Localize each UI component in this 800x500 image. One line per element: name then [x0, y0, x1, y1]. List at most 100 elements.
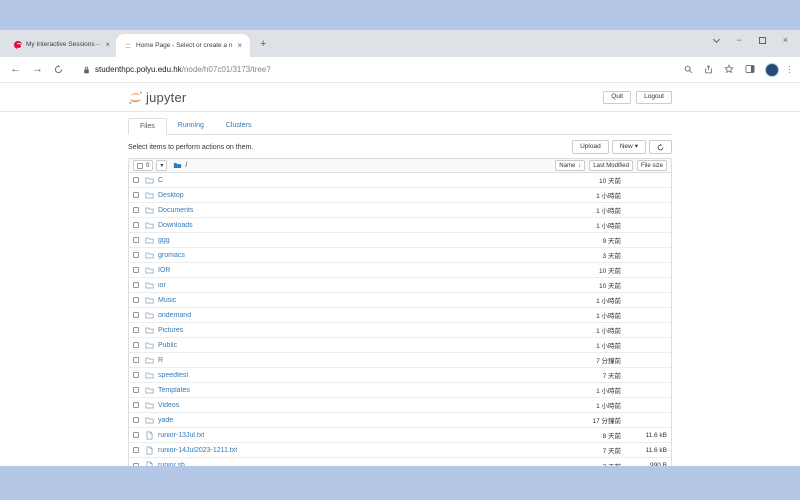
row-checkbox[interactable]: [133, 342, 139, 348]
item-link[interactable]: Music: [158, 297, 176, 304]
table-row[interactable]: runior-13Jul.txt 8 天前 11.6 kB: [129, 428, 671, 443]
item-link[interactable]: runior-13Jul.txt: [158, 432, 204, 439]
tab-close-icon[interactable]: ×: [105, 40, 110, 49]
item-link[interactable]: runior-14Jul2023-1211.txt: [158, 447, 237, 454]
row-checkbox[interactable]: [133, 267, 139, 273]
table-row[interactable]: C 10 天前: [129, 173, 671, 188]
jupyter-logo[interactable]: jupyter: [128, 90, 186, 105]
row-checkbox[interactable]: [133, 372, 139, 378]
table-row[interactable]: ior 10 天前: [129, 278, 671, 293]
select-all-checkbox[interactable]: [137, 163, 143, 169]
file-list: 0 ▾ / Name↓ Last Modified File size: [128, 158, 672, 466]
table-row[interactable]: Music 1 小時前: [129, 293, 671, 308]
row-checkbox[interactable]: [133, 417, 139, 423]
item-link[interactable]: Templates: [158, 387, 190, 394]
window-maximize-button[interactable]: [759, 37, 766, 44]
table-row[interactable]: R 7 分鐘前: [129, 353, 671, 368]
row-checkbox[interactable]: [133, 282, 139, 288]
table-row[interactable]: Desktop 1 小時前: [129, 188, 671, 203]
item-link[interactable]: gromacs: [158, 252, 185, 259]
table-row[interactable]: speedtest 7 天前: [129, 368, 671, 383]
breadcrumb-path[interactable]: /: [185, 162, 187, 169]
tab-files[interactable]: Files: [128, 118, 167, 135]
browser-tab-ondemand[interactable]: My Interactive Sessions - Studen ×: [8, 36, 116, 57]
item-link[interactable]: R: [158, 357, 163, 364]
address-bar[interactable]: studenthpc.polyu.edu.hk/node/h07c01/3173…: [83, 65, 673, 74]
table-row[interactable]: ondemand 1 小時前: [129, 308, 671, 323]
forward-button[interactable]: →: [32, 64, 43, 75]
item-link[interactable]: ior: [158, 282, 166, 289]
folder-icon: [145, 371, 154, 380]
item-link[interactable]: yade: [158, 417, 173, 424]
share-icon[interactable]: [704, 61, 713, 79]
sort-size-button[interactable]: File size: [637, 160, 667, 171]
row-checkbox[interactable]: [133, 207, 139, 213]
upload-button[interactable]: Upload: [572, 140, 609, 154]
browser-menu-icon[interactable]: [789, 66, 791, 74]
select-all-button[interactable]: 0: [133, 160, 153, 171]
table-row[interactable]: Downloads 1 小時前: [129, 218, 671, 233]
row-checkbox[interactable]: [133, 222, 139, 228]
table-row[interactable]: Public 1 小時前: [129, 338, 671, 353]
table-row[interactable]: gromacs 3 天前: [129, 248, 671, 263]
breadcrumb-folder-icon[interactable]: [173, 161, 182, 170]
item-link[interactable]: Downloads: [158, 222, 193, 229]
row-checkbox[interactable]: [133, 432, 139, 438]
quit-button[interactable]: Quit: [603, 91, 631, 105]
item-link[interactable]: Videos: [158, 402, 179, 409]
zoom-icon[interactable]: [684, 61, 693, 79]
tab-close-icon[interactable]: ×: [237, 41, 242, 50]
refresh-button[interactable]: [649, 140, 672, 154]
new-tab-button[interactable]: +: [260, 39, 266, 50]
logout-button[interactable]: Logout: [636, 91, 672, 105]
item-link[interactable]: Public: [158, 342, 177, 349]
item-link[interactable]: IOR: [158, 267, 170, 274]
browser-tab-jupyter[interactable]: Home Page - Select or create a n ×: [116, 34, 250, 57]
row-checkbox[interactable]: [133, 297, 139, 303]
new-dropdown-button[interactable]: New▾: [612, 140, 646, 154]
window-close-button[interactable]: ×: [783, 35, 788, 45]
row-checkbox[interactable]: [133, 402, 139, 408]
item-link[interactable]: ggg: [158, 237, 170, 244]
table-row[interactable]: Documents 1 小時前: [129, 203, 671, 218]
item-link[interactable]: Pictures: [158, 327, 183, 334]
side-panel-icon[interactable]: [745, 61, 755, 79]
row-checkbox[interactable]: [133, 237, 139, 243]
profile-avatar[interactable]: [766, 64, 778, 76]
row-checkbox[interactable]: [133, 252, 139, 258]
table-row[interactable]: runior.sh 7 天前 990 B: [129, 458, 671, 466]
item-link[interactable]: ondemand: [158, 312, 191, 319]
row-checkbox[interactable]: [133, 357, 139, 363]
table-row[interactable]: Pictures 1 小時前: [129, 323, 671, 338]
row-checkbox[interactable]: [133, 177, 139, 183]
sort-name-button[interactable]: Name↓: [555, 160, 585, 171]
item-link[interactable]: C: [158, 177, 163, 184]
table-row[interactable]: yade 17 分鐘前: [129, 413, 671, 428]
row-checkbox[interactable]: [133, 312, 139, 318]
tab-clusters[interactable]: Clusters: [215, 118, 263, 134]
back-button[interactable]: ←: [10, 64, 21, 75]
select-dropdown-button[interactable]: ▾: [156, 160, 167, 171]
table-row[interactable]: IOR 10 天前: [129, 263, 671, 278]
item-link[interactable]: Documents: [158, 207, 193, 214]
row-checkbox[interactable]: [133, 447, 139, 453]
table-row[interactable]: runior-14Jul2023-1211.txt 7 天前 11.6 kB: [129, 443, 671, 458]
row-checkbox[interactable]: [133, 463, 139, 467]
row-checkbox[interactable]: [133, 327, 139, 333]
sort-modified-button[interactable]: Last Modified: [589, 160, 633, 171]
row-checkbox[interactable]: [133, 387, 139, 393]
reload-button[interactable]: [54, 61, 63, 79]
item-size: 11.6 kB: [621, 447, 667, 454]
tab-running[interactable]: Running: [167, 118, 215, 134]
item-link[interactable]: speedtest: [158, 372, 188, 379]
bookmark-star-icon[interactable]: [724, 61, 734, 79]
item-link[interactable]: runior.sh: [158, 462, 185, 466]
window-minimize-button[interactable]: −: [736, 35, 741, 45]
table-row[interactable]: ggg 9 天前: [129, 233, 671, 248]
table-row[interactable]: Templates 1 小時前: [129, 383, 671, 398]
table-row[interactable]: Videos 1 小時前: [129, 398, 671, 413]
row-checkbox[interactable]: [133, 192, 139, 198]
item-link[interactable]: Desktop: [158, 192, 184, 199]
folder-icon: [145, 251, 154, 260]
tab-search-chevron-icon[interactable]: [713, 35, 720, 42]
